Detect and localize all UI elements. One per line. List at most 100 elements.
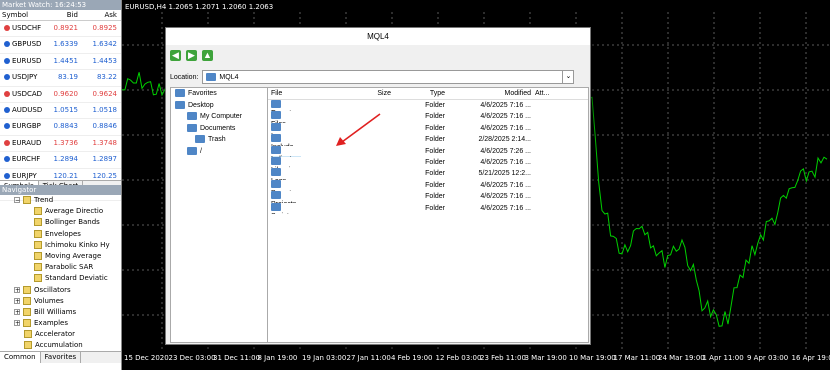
navigator-item[interactable]: − Trend [0, 195, 121, 206]
attributes-cell [531, 100, 565, 111]
navigator-item[interactable]: Ichimoku Kinko Hy [0, 240, 121, 251]
time-label: 9 Apr 03:00 [747, 354, 789, 362]
market-watch-row[interactable]: EURGBP 0.8843 0.8846 [0, 119, 121, 136]
indicator-icon [34, 263, 42, 272]
navigator-item[interactable]: Standard Deviatic [0, 273, 121, 284]
navigator-item[interactable]: + Examples [0, 318, 121, 329]
market-watch-row[interactable]: USDCHF 0.8921 0.8925 [0, 21, 121, 38]
col-modified[interactable]: Modified [445, 88, 531, 99]
file-name-cell: Presets [268, 179, 361, 191]
bid-cell: 0.9620 [53, 89, 79, 98]
file-rows: ExpertsFolder4/6/2025 7:16 ...FilesFolde… [268, 100, 588, 214]
folder-tree: Favorites Desktop My Computer Documents Tras… [170, 87, 268, 343]
back-icon[interactable]: ◀ [170, 49, 181, 61]
navigator-item[interactable]: Parabolic SAR [0, 262, 121, 273]
file-row[interactable]: ImagesFolder4/6/2025 7:16 ... [268, 122, 588, 134]
modified-cell: 4/6/2025 7:16 ... [480, 158, 531, 166]
type-cell: Folder [425, 158, 445, 166]
col-size[interactable]: Size [361, 88, 391, 99]
location-input[interactable]: MQL4 ⌄ [202, 70, 575, 84]
attributes-cell [531, 146, 565, 157]
bid-cell: 0.8843 [53, 122, 79, 131]
expand-icon[interactable]: + [14, 308, 20, 315]
market-watch-row[interactable]: AUDUSD 1.0515 1.0518 [0, 103, 121, 120]
forward-icon[interactable]: ▶ [186, 49, 197, 61]
size-cell [361, 168, 391, 179]
up-icon[interactable]: ▲ [202, 49, 213, 61]
market-watch-row[interactable]: GBPUSD 1.6339 1.6342 [0, 37, 121, 54]
navigator-item[interactable]: + Oscillators [0, 285, 121, 296]
tree-item[interactable]: Favorites [171, 88, 267, 100]
market-watch-row[interactable]: EURCHF 1.2894 1.2897 [0, 152, 121, 169]
navigator-item[interactable]: Envelopes [0, 229, 121, 240]
type-cell: Folder [425, 124, 445, 132]
market-watch-title: Market Watch: 16:24:53 [0, 0, 121, 10]
market-watch-row[interactable]: EURUSD 1.4451 1.4453 [0, 54, 121, 71]
expand-icon[interactable]: + [14, 297, 20, 304]
col-ask[interactable]: Ask [78, 10, 118, 20]
indicator-icon [23, 307, 31, 316]
market-watch-row[interactable]: USDCAD 0.9620 0.9624 [0, 87, 121, 103]
type-cell: Folder [425, 113, 445, 121]
navigator-item[interactable]: Average Directio [0, 206, 121, 217]
file-row[interactable]: Libraries Folder 4/6/2025 7:16 ... [268, 156, 588, 168]
file-row[interactable]: Scripts Folder 4/6/2025 7:16 ... [268, 202, 588, 214]
attributes-cell [531, 168, 565, 179]
col-type[interactable]: Type [391, 88, 445, 99]
tree-item[interactable]: / [171, 146, 267, 158]
expand-icon[interactable]: + [14, 286, 20, 293]
annotation-arrow [336, 113, 381, 146]
file-row[interactable]: IncludeFolder2/28/2025 2:14... [268, 134, 588, 146]
col-symbol[interactable]: Symbol [0, 10, 43, 20]
navigator-item[interactable]: Bollinger Bands [0, 217, 121, 228]
time-label: 19 Jan 03:00 [302, 354, 347, 362]
attributes-cell [531, 157, 565, 168]
file-row[interactable]: Presets Folder 4/6/2025 7:16 ... [268, 179, 588, 191]
tree-item[interactable]: Documents [171, 123, 267, 135]
direction-icon [4, 74, 10, 81]
file-list-header: File Size Type Modified Att... [268, 88, 588, 100]
tab-common[interactable]: Common [0, 352, 41, 363]
navigator-item[interactable]: Moving Average [0, 251, 121, 262]
left-panel: Market Watch: 16:24:53 Symbol Bid Ask US… [0, 0, 122, 370]
folder-icon [271, 191, 281, 200]
direction-icon [4, 106, 10, 113]
folder-icon [271, 179, 281, 188]
tree-item[interactable]: My Computer [171, 111, 267, 123]
tab-favorites[interactable]: Favorites [41, 352, 82, 363]
navigator-item[interactable]: Accumulation [0, 340, 121, 351]
col-file[interactable]: File [268, 88, 361, 99]
navigator-title: Navigator [0, 185, 121, 195]
direction-icon [4, 41, 10, 48]
bid-cell: 1.3736 [53, 138, 79, 147]
expand-icon[interactable]: + [14, 320, 20, 327]
expand-icon[interactable]: − [14, 197, 20, 204]
folder-icon [187, 123, 197, 132]
file-row[interactable]: FilesFolder4/6/2025 7:16 ... [268, 111, 588, 123]
navigator-item[interactable]: Accelerator [0, 329, 121, 340]
tree-item[interactable]: Desktop [171, 100, 267, 112]
file-name-cell: Scripts [268, 202, 361, 214]
col-attributes[interactable]: Att... [531, 88, 565, 99]
file-row[interactable]: Projects Folder 4/6/2025 7:16 ... [268, 191, 588, 203]
file-row[interactable]: ExpertsFolder4/6/2025 7:16 ... [268, 100, 588, 111]
file-row[interactable]: IndicatorsFolder4/6/2025 7:26 ... [268, 145, 588, 157]
col-bid[interactable]: Bid [43, 10, 78, 20]
indicator-icon [24, 341, 32, 350]
file-row[interactable]: Logs Folder 5/21/2025 12:2... [268, 168, 588, 180]
time-label: 10 Mar 19:00 [569, 354, 616, 362]
navigator-item[interactable]: + Volumes [0, 296, 121, 307]
symbol-cell: USDCHF [0, 21, 43, 36]
time-axis: 15 Dec 2020 23 Dec 03:00 31 Dec 11:00 8 Jan… [122, 350, 830, 370]
size-cell [361, 157, 391, 168]
modified-cell: 4/6/2025 7:16 ... [480, 204, 531, 212]
navigator-item[interactable]: + Bill Williams [0, 307, 121, 318]
tree-item[interactable]: Trash [171, 134, 267, 146]
market-watch-row[interactable]: EURAUD 1.3736 1.3748 [0, 136, 121, 153]
file-name-cell: Libraries [268, 156, 361, 168]
indicator-icon [24, 330, 32, 339]
market-watch-row[interactable]: USDJPY 83.19 83.22 [0, 70, 121, 87]
direction-icon [4, 90, 10, 97]
chevron-down-icon[interactable]: ⌄ [562, 71, 573, 83]
chart-header: EURUSD,H4 1.2065 1.2071 1.2060 1.2063 [125, 3, 273, 11]
